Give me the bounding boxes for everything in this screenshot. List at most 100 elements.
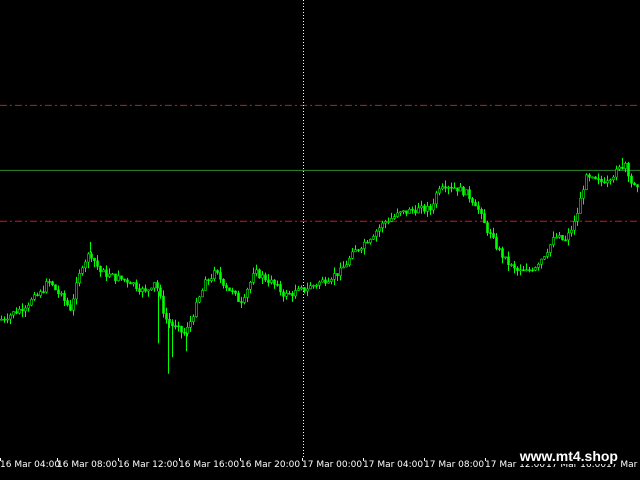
candle <box>552 231 555 248</box>
candle-body <box>459 186 462 192</box>
candle <box>66 297 69 307</box>
candle-body <box>531 269 534 272</box>
candle <box>333 267 336 285</box>
candle-body <box>291 293 294 297</box>
candle <box>582 185 585 205</box>
candle-body <box>441 186 444 190</box>
candle <box>78 269 81 287</box>
candle-body <box>57 289 60 294</box>
candle-body <box>0 318 3 321</box>
candle <box>213 266 216 282</box>
candle-body <box>384 221 387 224</box>
candle <box>588 173 591 182</box>
candle <box>510 263 513 267</box>
candle-body <box>465 189 468 196</box>
candle <box>324 276 327 287</box>
candle-body <box>570 229 573 234</box>
candle-body <box>231 290 234 292</box>
candle-body <box>543 256 546 260</box>
candle <box>429 203 432 216</box>
candle <box>423 203 426 214</box>
candle <box>216 269 219 275</box>
candle-body <box>336 273 339 276</box>
time-tick-label: 17 Mar 00:00 <box>302 460 363 470</box>
candle-body <box>225 285 228 289</box>
candle <box>414 205 417 216</box>
candle <box>42 285 45 294</box>
candle <box>174 319 177 330</box>
candle <box>507 251 510 271</box>
candle <box>123 278 126 283</box>
candle-body <box>405 210 408 214</box>
candle-body <box>426 206 429 212</box>
candle-body <box>228 287 231 291</box>
time-tick-mark <box>0 458 1 461</box>
candle <box>255 264 258 277</box>
candle-body <box>195 301 198 318</box>
candle <box>378 224 381 237</box>
candle <box>24 305 27 318</box>
candle-body <box>348 257 351 266</box>
candle-body <box>351 251 354 259</box>
candle-body <box>300 287 303 290</box>
candle-body <box>51 281 54 286</box>
candle-body <box>303 287 306 292</box>
candle <box>246 287 249 303</box>
candle <box>195 297 198 318</box>
candle <box>504 256 507 260</box>
candle-body <box>132 282 135 285</box>
candle-body <box>12 311 15 316</box>
candle <box>204 276 207 291</box>
candle <box>594 176 597 180</box>
chart-window[interactable]: 16 Mar 04:00 16 Mar 08:00 16 Mar 12:00 1… <box>0 0 640 480</box>
price-plot[interactable] <box>0 0 640 458</box>
candle <box>234 290 237 296</box>
candle <box>84 259 87 273</box>
candle-body <box>501 248 504 258</box>
candle-body <box>69 304 72 311</box>
candle-body <box>423 205 426 212</box>
candle-body <box>309 285 312 290</box>
candle <box>3 316 6 323</box>
candle-body <box>546 252 549 257</box>
candle-body <box>390 218 393 222</box>
candle-body <box>324 279 327 284</box>
candle <box>45 278 48 294</box>
candle-body <box>288 293 291 295</box>
candle-body <box>447 186 450 189</box>
candle-body <box>624 163 627 169</box>
candle-body <box>585 174 588 191</box>
candle-body <box>129 282 132 285</box>
candle-body <box>573 221 576 231</box>
candle-body <box>72 298 75 311</box>
candle-body <box>555 236 558 239</box>
candle-body <box>174 325 177 327</box>
candle-body <box>417 207 420 214</box>
candle-body <box>438 188 441 194</box>
candle <box>75 276 78 305</box>
candle-body <box>540 258 543 265</box>
candle-body <box>594 176 597 180</box>
candle <box>312 284 315 289</box>
candle-body <box>117 275 120 281</box>
candle <box>459 182 462 192</box>
candle <box>495 233 498 251</box>
candle <box>387 217 390 225</box>
candle-body <box>366 241 369 244</box>
candle-body <box>210 278 213 281</box>
candle <box>591 176 594 179</box>
candle-body <box>456 187 459 192</box>
candle <box>447 185 450 195</box>
candle-body <box>609 179 612 182</box>
candle <box>603 177 606 184</box>
candle-body <box>636 184 639 188</box>
candle <box>309 282 312 290</box>
candle <box>576 207 579 226</box>
candle-body <box>270 279 273 283</box>
candle-body <box>375 230 378 237</box>
candle-body <box>582 189 585 199</box>
candle <box>345 260 348 268</box>
candle-body <box>297 288 300 291</box>
candle-body <box>498 248 501 250</box>
candle <box>339 262 342 281</box>
